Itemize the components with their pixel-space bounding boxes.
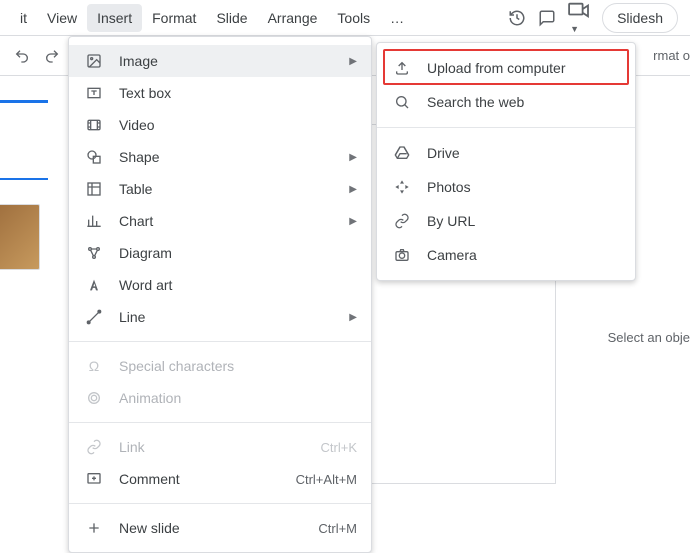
insert-dropdown: Image ▶ Text box Video Shape ▶ Table ▶ C…	[68, 36, 372, 553]
camera-icon	[391, 247, 413, 263]
diagram-icon	[83, 245, 105, 261]
search-icon	[391, 94, 413, 110]
line-icon	[83, 309, 105, 325]
upload-icon	[391, 60, 413, 76]
menu-item-textbox[interactable]: Text box	[69, 77, 371, 109]
image-submenu: Upload from computer Search the web Driv…	[376, 42, 636, 281]
chevron-right-icon: ▶	[349, 56, 357, 67]
menu-separator	[69, 422, 371, 423]
menu-separator	[69, 341, 371, 342]
menu-item-line[interactable]: Line ▶	[69, 301, 371, 333]
history-icon[interactable]	[508, 9, 526, 27]
menu-item-label: Word art	[119, 277, 172, 293]
menu-item-animation: Animation	[69, 382, 371, 414]
slideshow-button[interactable]: Slidesh	[602, 3, 678, 33]
menu-view[interactable]: View	[37, 4, 87, 32]
chevron-right-icon: ▶	[349, 312, 357, 323]
menu-insert[interactable]: Insert	[87, 4, 142, 32]
shape-icon	[83, 149, 105, 165]
menu-item-label: Video	[119, 117, 155, 133]
menu-item-label: Text box	[119, 85, 171, 101]
submenu-upload-from-computer[interactable]: Upload from computer	[377, 51, 635, 85]
menu-item-video[interactable]: Video	[69, 109, 371, 141]
menu-item-wordart[interactable]: Word art	[69, 269, 371, 301]
redo-icon[interactable]	[44, 48, 60, 64]
menu-item-label: Camera	[427, 247, 477, 263]
submenu-photos[interactable]: Photos	[377, 170, 635, 204]
menu-item-label: Drive	[427, 145, 460, 161]
animation-icon	[83, 390, 105, 406]
image-icon	[83, 53, 105, 69]
menu-item-table[interactable]: Table ▶	[69, 173, 371, 205]
menu-item-link: Link Ctrl+K	[69, 431, 371, 463]
present-video-icon[interactable]: ▼	[568, 1, 590, 35]
format-hint: Select an obje	[608, 330, 690, 345]
menu-more[interactable]: …	[380, 4, 414, 32]
format-options-partial: rmat o	[653, 48, 690, 63]
comment-icon[interactable]	[538, 9, 556, 27]
menu-item-shape[interactable]: Shape ▶	[69, 141, 371, 173]
add-comment-icon	[83, 471, 105, 487]
menu-item-label: Table	[119, 181, 152, 197]
menu-item-new-slide[interactable]: New slide Ctrl+M	[69, 512, 371, 544]
menu-item-comment[interactable]: Comment Ctrl+Alt+M	[69, 463, 371, 495]
slide-thumbnail[interactable]	[0, 204, 40, 270]
menu-arrange[interactable]: Arrange	[258, 4, 328, 32]
photos-icon	[391, 179, 413, 195]
chevron-right-icon: ▶	[349, 152, 357, 163]
shortcut-label: Ctrl+Alt+M	[296, 472, 357, 487]
menu-item-chart[interactable]: Chart ▶	[69, 205, 371, 237]
submenu-search-web[interactable]: Search the web	[377, 85, 635, 119]
menu-item-label: Comment	[119, 471, 180, 487]
menu-item-label: Shape	[119, 149, 159, 165]
menu-item-label: Image	[119, 53, 158, 69]
drive-icon	[391, 145, 413, 161]
menu-item-label: Line	[119, 309, 145, 325]
menu-item-special-characters: Ω Special characters	[69, 350, 371, 382]
shortcut-label: Ctrl+M	[318, 521, 357, 536]
submenu-drive[interactable]: Drive	[377, 136, 635, 170]
omega-icon: Ω	[83, 358, 105, 374]
chevron-right-icon: ▶	[349, 216, 357, 227]
menu-item-label: Photos	[427, 179, 471, 195]
menu-format[interactable]: Format	[142, 4, 206, 32]
slide-thumb-selection	[0, 100, 48, 103]
link-icon	[391, 213, 413, 229]
menu-item-label: Animation	[119, 390, 181, 406]
menu-item-label: Special characters	[119, 358, 234, 374]
menu-item-label: Upload from computer	[427, 60, 566, 76]
textbox-icon	[83, 85, 105, 101]
menu-item-label: Chart	[119, 213, 153, 229]
menu-separator	[377, 127, 635, 128]
shortcut-label: Ctrl+K	[321, 440, 357, 455]
undo-icon[interactable]	[14, 48, 30, 64]
video-icon	[83, 117, 105, 133]
menu-item-label: Diagram	[119, 245, 172, 261]
menu-tools[interactable]: Tools	[327, 4, 380, 32]
table-icon	[83, 181, 105, 197]
menu-edit-partial[interactable]: it	[10, 4, 37, 32]
slide-thumb-selection	[0, 178, 48, 180]
link-icon	[83, 439, 105, 455]
menu-item-label: Search the web	[427, 94, 524, 110]
menu-slide[interactable]: Slide	[206, 4, 257, 32]
chart-icon	[83, 213, 105, 229]
submenu-by-url[interactable]: By URL	[377, 204, 635, 238]
menu-item-diagram[interactable]: Diagram	[69, 237, 371, 269]
wordart-icon	[83, 277, 105, 293]
chevron-right-icon: ▶	[349, 184, 357, 195]
menu-separator	[69, 503, 371, 504]
menu-item-label: Link	[119, 439, 145, 455]
menu-item-image[interactable]: Image ▶	[69, 45, 371, 77]
menu-item-label: By URL	[427, 213, 475, 229]
plus-icon	[83, 520, 105, 536]
submenu-camera[interactable]: Camera	[377, 238, 635, 272]
menubar: it View Insert Format Slide Arrange Tool…	[0, 0, 690, 36]
menu-item-label: New slide	[119, 520, 180, 536]
